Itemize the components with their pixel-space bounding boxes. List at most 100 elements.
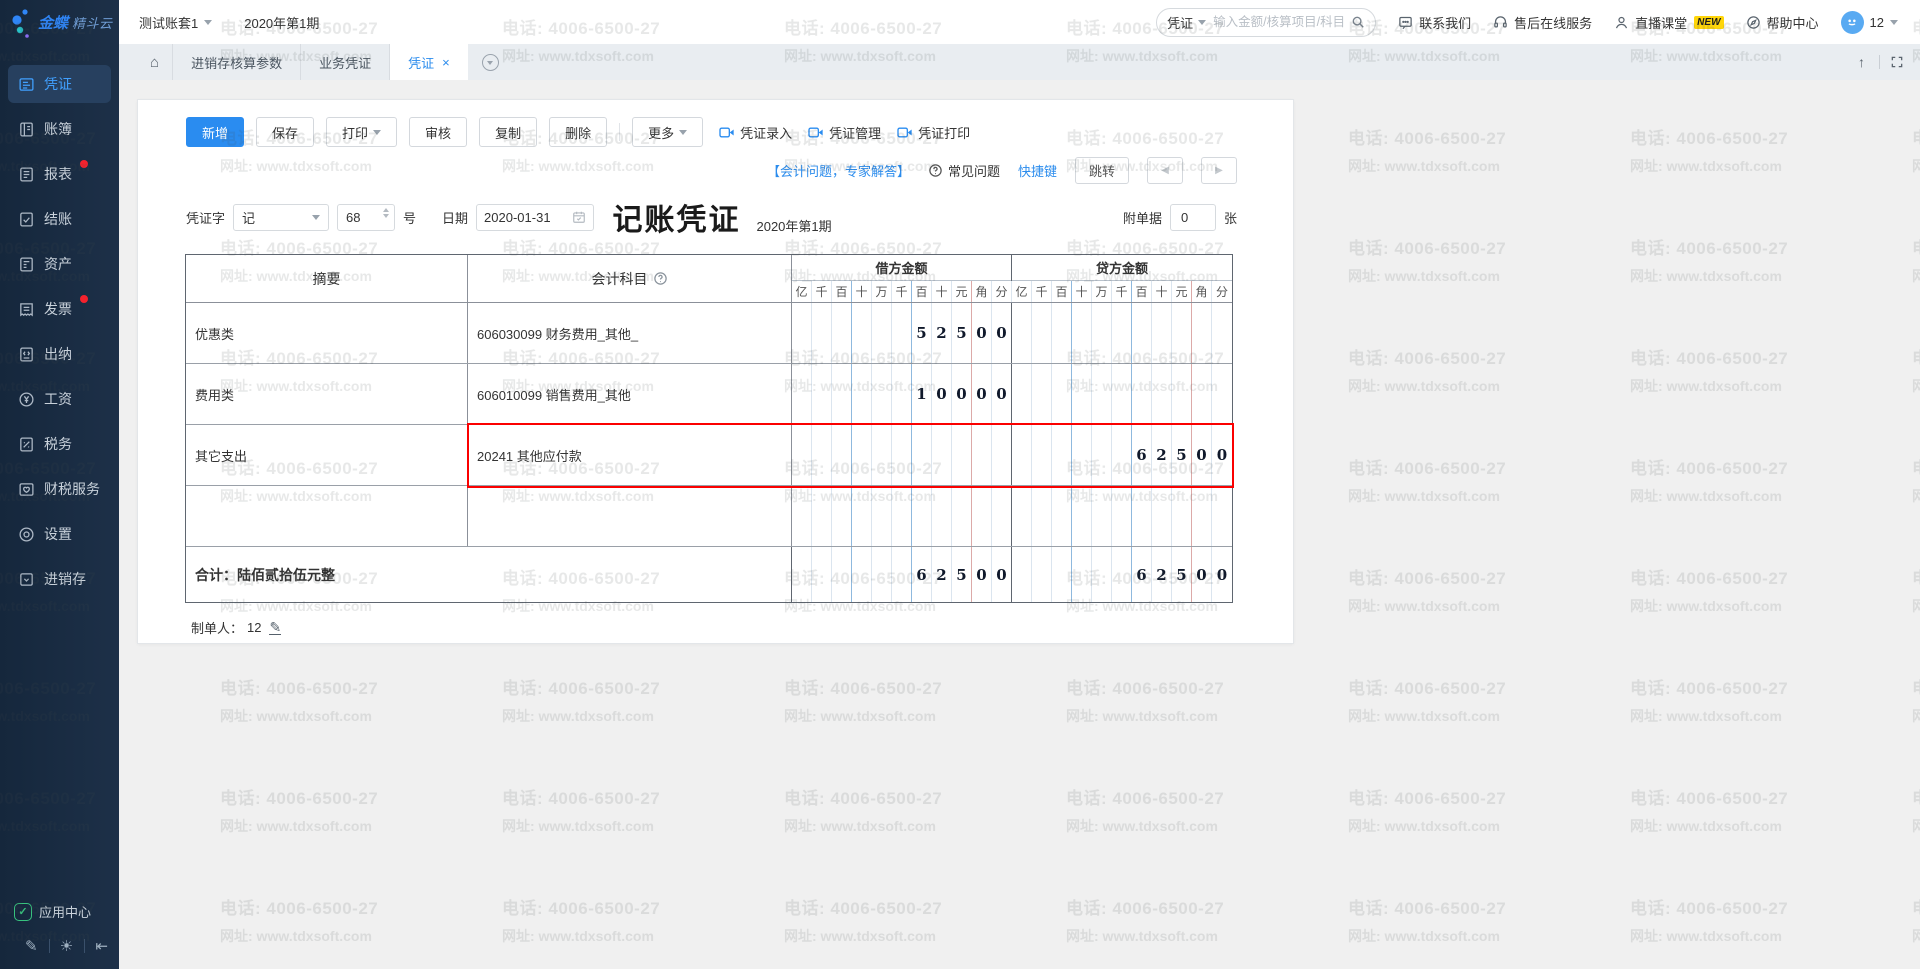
debit-digit-cell[interactable]	[792, 486, 812, 546]
credit-digit-cell[interactable]	[1132, 364, 1152, 424]
debit-digit-cell[interactable]: 2	[932, 547, 952, 602]
debit-digit-cell[interactable]	[872, 547, 892, 602]
debit-digit-cell[interactable]	[872, 486, 892, 546]
debit-digit-cell[interactable]	[852, 486, 872, 546]
date-input[interactable]	[484, 210, 562, 225]
sidebar-item-cashier[interactable]: 出纳	[8, 335, 111, 373]
account-cell[interactable]: 606010099 销售费用_其他	[468, 364, 792, 424]
debit-digit-cell[interactable]	[892, 425, 912, 485]
credit-digit-cell[interactable]	[1052, 486, 1072, 546]
credit-digit-cell[interactable]	[1032, 364, 1052, 424]
credit-digit-cell[interactable]: 0	[1212, 425, 1232, 485]
user-menu[interactable]: 12	[1841, 11, 1898, 34]
debit-digit-cell[interactable]: 0	[972, 547, 992, 602]
credit-digit-cell[interactable]	[1072, 364, 1092, 424]
credit-digit-cell[interactable]	[1132, 303, 1152, 363]
sidebar-item-tax[interactable]: 税务	[8, 425, 111, 463]
summary-cell[interactable]: 其它支出	[186, 425, 468, 485]
credit-digit-cell[interactable]: 2	[1152, 425, 1172, 485]
credit-digit-cell[interactable]	[1072, 303, 1092, 363]
sidebar-item-inventory[interactable]: 进销存	[8, 560, 111, 598]
debit-digit-cell[interactable]	[792, 303, 812, 363]
credit-digit-cell[interactable]	[1192, 364, 1212, 424]
debit-digit-cell[interactable]	[892, 486, 912, 546]
credit-digit-cell[interactable]	[1212, 303, 1232, 363]
credit-digit-cell[interactable]	[1032, 547, 1052, 602]
scroll-top-icon[interactable]: ↑	[1854, 54, 1869, 70]
credit-digit-cell[interactable]	[1112, 547, 1132, 602]
close-tab-icon[interactable]: ×	[442, 55, 450, 70]
credit-digit-cell[interactable]	[1052, 547, 1072, 602]
credit-digit-cell[interactable]: 5	[1172, 425, 1192, 485]
copy-button[interactable]: 复制	[479, 117, 537, 147]
credit-digit-cell[interactable]	[1032, 486, 1052, 546]
debit-digit-cell[interactable]	[932, 425, 952, 485]
debit-digit-cell[interactable]	[852, 425, 872, 485]
audit-button[interactable]: 审核	[409, 117, 467, 147]
credit-digit-cell[interactable]	[1052, 425, 1072, 485]
sidebar-item-book[interactable]: 账簿	[8, 110, 111, 148]
credit-digit-cell[interactable]	[1012, 425, 1032, 485]
credit-digit-cell[interactable]	[1192, 303, 1212, 363]
debit-digit-cell[interactable]	[832, 303, 852, 363]
search-scope-select[interactable]: 凭证	[1167, 13, 1206, 32]
faq-link[interactable]: 常见问题	[928, 161, 1000, 180]
credit-digit-cell[interactable]: 2	[1152, 547, 1172, 602]
search-input[interactable]	[1213, 15, 1344, 29]
debit-digit-cell[interactable]: 5	[912, 303, 932, 363]
credit-digit-cell[interactable]: 0	[1212, 547, 1232, 602]
debit-digit-cell[interactable]	[812, 486, 832, 546]
tab-business-voucher[interactable]: 业务凭证	[301, 44, 390, 80]
debit-digit-cell[interactable]	[812, 364, 832, 424]
voucher-entry-link[interactable]: 凭证录入	[719, 123, 792, 142]
debit-digit-cell[interactable]: 0	[932, 364, 952, 424]
debit-digit-cell[interactable]	[812, 303, 832, 363]
credit-digit-cell[interactable]	[1072, 425, 1092, 485]
contact-us-link[interactable]: 联系我们	[1398, 13, 1471, 32]
home-tab-icon[interactable]: ⌂	[137, 54, 172, 71]
debit-digit-cell[interactable]: 0	[972, 303, 992, 363]
print-button[interactable]: 打印	[326, 117, 397, 147]
credit-digit-cell[interactable]	[1152, 486, 1172, 546]
prev-voucher-button[interactable]: ◀	[1147, 157, 1183, 184]
credit-digit-cell[interactable]	[1092, 303, 1112, 363]
credit-digit-cell[interactable]	[1152, 364, 1172, 424]
jump-button[interactable]: 跳转	[1075, 157, 1129, 184]
question-circle-icon[interactable]	[653, 271, 668, 286]
debit-digit-cell[interactable]	[852, 364, 872, 424]
summary-cell[interactable]: 费用类	[186, 364, 468, 424]
debit-digit-cell[interactable]	[992, 486, 1012, 546]
credit-digit-cell[interactable]	[1052, 303, 1072, 363]
add-button[interactable]: 新增	[186, 117, 244, 147]
credit-digit-cell[interactable]	[1012, 364, 1032, 424]
debit-digit-cell[interactable]	[832, 425, 852, 485]
credit-digit-cell[interactable]	[1192, 486, 1212, 546]
credit-digit-cell[interactable]	[1132, 486, 1152, 546]
brightness-icon[interactable]: ☀	[49, 937, 84, 955]
account-cell[interactable]	[468, 486, 792, 546]
credit-digit-cell[interactable]: 6	[1132, 425, 1152, 485]
summary-cell[interactable]	[186, 486, 468, 546]
edit-creator-icon[interactable]: ✎	[269, 621, 281, 635]
account-cell[interactable]: 606030099 财务费用_其他_	[468, 303, 792, 363]
debit-digit-cell[interactable]	[952, 486, 972, 546]
debit-digit-cell[interactable]: 6	[912, 547, 932, 602]
credit-digit-cell[interactable]	[1112, 425, 1132, 485]
summary-cell[interactable]: 优惠类	[186, 303, 468, 363]
sidebar-item-service[interactable]: 财税服务	[8, 470, 111, 508]
expert-answer-link[interactable]: 【会计问题，专家解答】	[767, 161, 910, 180]
tab-voucher[interactable]: 凭证 ×	[390, 44, 468, 80]
credit-digit-cell[interactable]	[1072, 547, 1092, 602]
voucher-print-link[interactable]: 凭证打印	[897, 123, 970, 142]
credit-digit-cell[interactable]	[1172, 364, 1192, 424]
credit-digit-cell[interactable]	[1032, 425, 1052, 485]
credit-digit-cell[interactable]	[1172, 303, 1192, 363]
credit-digit-cell[interactable]	[1112, 303, 1132, 363]
debit-digit-cell[interactable]	[832, 547, 852, 602]
credit-digit-cell[interactable]	[1172, 486, 1192, 546]
debit-digit-cell[interactable]	[852, 303, 872, 363]
app-center-button[interactable]: ✓ 应用中心	[14, 902, 119, 921]
credit-digit-cell[interactable]	[1212, 364, 1232, 424]
sidebar-item-settings[interactable]: 设置	[8, 515, 111, 553]
credit-digit-cell[interactable]	[1012, 547, 1032, 602]
